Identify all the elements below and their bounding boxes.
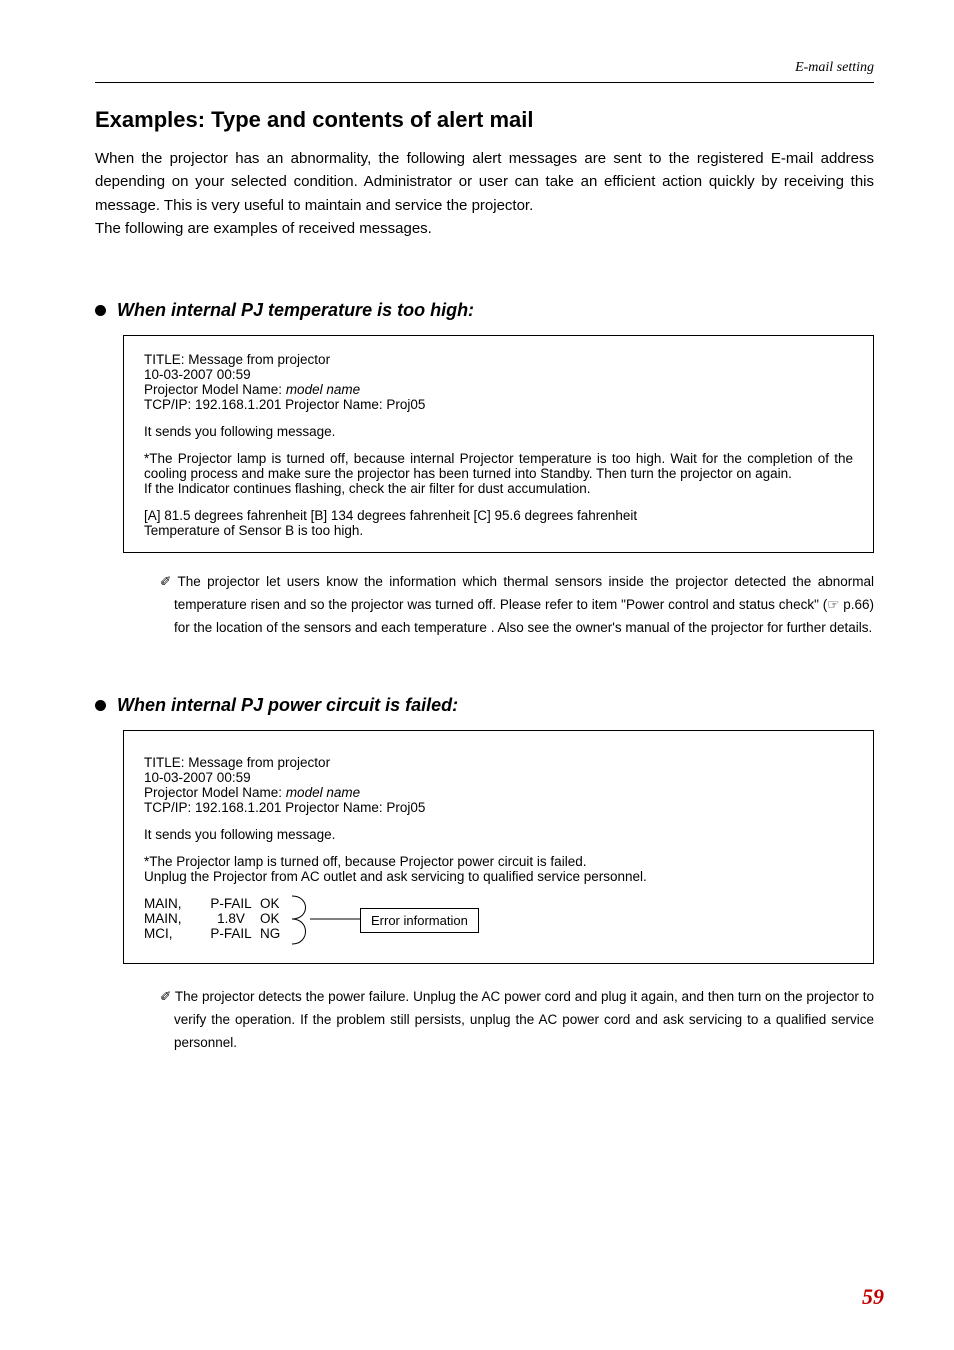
section2-msg-meta: TITLE: Message from projector 10-03-2007… <box>144 755 853 815</box>
header-right-label: E-mail setting <box>795 60 874 75</box>
section1-msg-meta: TITLE: Message from projector 10-03-2007… <box>144 352 853 412</box>
table-row: MAIN,1.8VOK <box>144 911 853 926</box>
section2-model-label: Projector Model Name: <box>144 785 286 800</box>
section1-heading: When internal PJ temperature is too high… <box>95 300 874 321</box>
table-row: MAIN,P-FAILOK <box>144 896 853 911</box>
section2-heading: When internal PJ power circuit is failed… <box>95 695 874 716</box>
section1-heading-text: When internal PJ temperature is too high… <box>117 300 474 320</box>
section1-temps: [A] 81.5 degrees fahrenheit [B] 134 degr… <box>144 508 853 523</box>
section1-model-line: Projector Model Name: model name <box>144 382 853 397</box>
section1-msg-timestamp: 10-03-2007 00:59 <box>144 367 853 382</box>
cell: OK <box>260 911 290 926</box>
section1-note: ✐ The projector let users know the infor… <box>160 571 874 640</box>
section2-sends: It sends you following message. <box>144 827 853 842</box>
cell: MAIN, <box>144 896 202 911</box>
section1-model-label: Projector Model Name: <box>144 382 286 397</box>
section2-model-value: model name <box>286 785 360 800</box>
error-table: MAIN,P-FAILOK MAIN,1.8VOK MCI,P-FAILNG E… <box>144 896 853 941</box>
page-number: 59 <box>862 1284 884 1310</box>
section1-msg-title: TITLE: Message from projector <box>144 352 853 367</box>
cell: MAIN, <box>144 911 202 926</box>
page-title: Examples: Type and contents of alert mai… <box>95 107 874 133</box>
section1-body: *The Projector lamp is turned off, becau… <box>144 451 853 496</box>
section1-message-box: TITLE: Message from projector 10-03-2007… <box>123 335 874 553</box>
cell: 1.8V <box>202 911 260 926</box>
section1-sends: It sends you following message. <box>144 424 853 439</box>
section1-tempwarn: Temperature of Sensor B is too high. <box>144 523 853 538</box>
cell: OK <box>260 896 290 911</box>
page-header: E-mail setting <box>95 60 874 83</box>
cell: P-FAIL <box>202 926 260 941</box>
section2-note: ✐ The projector detects the power failur… <box>160 986 874 1055</box>
table-row: MCI,P-FAILNG <box>144 926 853 941</box>
section2-msg-timestamp: 10-03-2007 00:59 <box>144 770 853 785</box>
callout-text: Error information <box>371 913 468 928</box>
section1-model-value: model name <box>286 382 360 397</box>
cell: NG <box>260 926 290 941</box>
intro-paragraph: When the projector has an abnormality, t… <box>95 147 874 240</box>
section2-message-box: TITLE: Message from projector 10-03-2007… <box>123 730 874 964</box>
intro-text: When the projector has an abnormality, t… <box>95 150 874 237</box>
section1-tcpip: TCP/IP: 192.168.1.201 Projector Name: Pr… <box>144 397 853 412</box>
section2-tcpip: TCP/IP: 192.168.1.201 Projector Name: Pr… <box>144 800 853 815</box>
cell: MCI, <box>144 926 202 941</box>
section2-body: *The Projector lamp is turned off, becau… <box>144 854 853 884</box>
section1-temp-block: [A] 81.5 degrees fahrenheit [B] 134 degr… <box>144 508 853 538</box>
section2-model-line: Projector Model Name: model name <box>144 785 853 800</box>
error-info-callout: Error information <box>360 908 479 933</box>
section2-heading-text: When internal PJ power circuit is failed… <box>117 695 458 715</box>
section2-msg-title: TITLE: Message from projector <box>144 755 853 770</box>
section2-note-text: ✐ The projector detects the power failur… <box>160 989 874 1050</box>
section1-note-text: ✐ The projector let users know the infor… <box>160 574 874 635</box>
cell: P-FAIL <box>202 896 260 911</box>
